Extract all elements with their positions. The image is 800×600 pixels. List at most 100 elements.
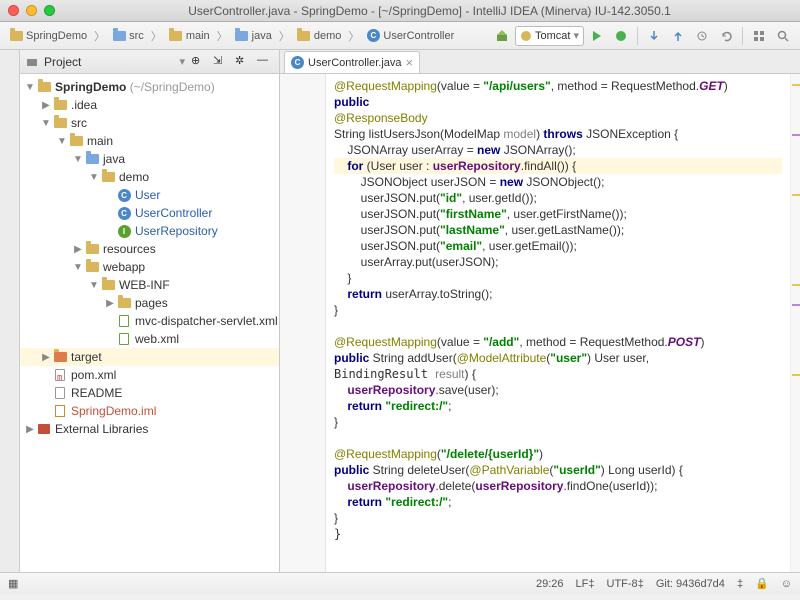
project-panel-title: Project xyxy=(44,55,173,69)
breadcrumb-label: java xyxy=(252,30,272,42)
tree-node-user[interactable]: CUser xyxy=(20,186,279,204)
tree-node-webapp[interactable]: ▼webapp xyxy=(20,258,279,276)
breadcrumb-label: UserController xyxy=(383,30,454,42)
project-tool-window: Project ▾ ⊕ ⇲ ✲ — ▼SpringDemo (~/SpringD… xyxy=(20,50,280,572)
breadcrumb[interactable]: demo xyxy=(294,29,345,43)
vcs-revert-button[interactable] xyxy=(715,26,737,46)
breadcrumb[interactable]: java xyxy=(232,29,275,43)
breadcrumb-label: main xyxy=(186,30,210,42)
tree-label: WEB-INF xyxy=(119,278,170,292)
chevron-right-icon: 〉 xyxy=(277,28,292,44)
lock-icon[interactable]: 🔒 xyxy=(755,577,769,590)
breadcrumb-label: src xyxy=(129,30,144,42)
caret-position[interactable]: 29:26 xyxy=(536,578,564,590)
tree-node-pages[interactable]: ▶pages xyxy=(20,294,279,312)
search-everywhere-button[interactable] xyxy=(772,26,794,46)
breadcrumb-label: demo xyxy=(314,30,342,42)
code-content[interactable]: @RequestMapping(value = "/api/users", me… xyxy=(326,74,790,572)
breadcrumb[interactable]: src xyxy=(109,29,147,43)
tree-node-userrepository[interactable]: IUserRepository xyxy=(20,222,279,240)
vcs-update-button[interactable] xyxy=(643,26,665,46)
tree-node-webxml[interactable]: web.xml xyxy=(20,330,279,348)
project-panel-header: Project ▾ ⊕ ⇲ ✲ — xyxy=(20,50,279,74)
breadcrumb[interactable]: SpringDemo xyxy=(6,29,90,43)
file-encoding[interactable]: UTF-8‡ xyxy=(607,578,644,590)
tree-label: target xyxy=(71,350,102,364)
editor-tab[interactable]: C UserController.java × xyxy=(284,51,420,73)
tree-label: User xyxy=(135,188,160,202)
chevron-right-icon: 〉 xyxy=(346,28,361,44)
run-configuration-selector[interactable]: Tomcat▾ xyxy=(515,26,584,46)
tree-node-extlib[interactable]: ▶External Libraries xyxy=(20,420,279,438)
vcs-history-button[interactable] xyxy=(691,26,713,46)
tree-label: pom.xml xyxy=(71,368,116,382)
editor-tab-label: UserController.java xyxy=(308,57,402,69)
tree-node-webinf[interactable]: ▼WEB-INF xyxy=(20,276,279,294)
left-tool-stripe xyxy=(0,50,20,572)
tree-label: demo xyxy=(119,170,149,184)
tree-label: main xyxy=(87,134,113,148)
navigation-toolbar: SpringDemo 〉 src 〉 main 〉 java 〉 demo 〉 CUser… xyxy=(0,22,800,50)
chevron-right-icon: 〉 xyxy=(92,28,107,44)
build-button[interactable] xyxy=(491,26,513,46)
tree-node-mvc[interactable]: mvc-dispatcher-servlet.xml xyxy=(20,312,279,330)
project-icon xyxy=(26,56,38,68)
tree-label: mvc-dispatcher-servlet.xml xyxy=(135,314,278,328)
tree-label: README xyxy=(71,386,122,400)
tool-window-toggle-icon[interactable]: ▦ xyxy=(8,577,18,590)
collapse-all-icon[interactable]: ⇲ xyxy=(213,54,229,70)
tree-node-usercontroller[interactable]: CUserController xyxy=(20,204,279,222)
tree-node-target[interactable]: ▶target xyxy=(20,348,279,366)
project-structure-button[interactable] xyxy=(748,26,770,46)
tree-label: External Libraries xyxy=(55,422,148,436)
tree-root[interactable]: ▼SpringDemo (~/SpringDemo) xyxy=(20,78,279,96)
tree-label: web.xml xyxy=(135,332,179,346)
minimize-window-button[interactable] xyxy=(26,5,37,16)
tree-label: .idea xyxy=(71,98,97,112)
editor-tabs: C UserController.java × xyxy=(280,50,800,74)
tree-node-main[interactable]: ▼main xyxy=(20,132,279,150)
tree-label: UserController xyxy=(135,206,212,220)
scroll-from-source-icon[interactable]: ⊕ xyxy=(191,54,207,70)
code-editor[interactable]: @RequestMapping(value = "/api/users", me… xyxy=(280,74,800,572)
breadcrumb[interactable]: main xyxy=(166,29,213,43)
tree-node-src[interactable]: ▼src xyxy=(20,114,279,132)
tree-node-demo[interactable]: ▼demo xyxy=(20,168,279,186)
tree-node-idea[interactable]: ▶.idea xyxy=(20,96,279,114)
tree-node-pom[interactable]: pom.xml xyxy=(20,366,279,384)
tree-node-resources[interactable]: ▶resources xyxy=(20,240,279,258)
class-icon: C xyxy=(291,56,304,69)
status-bar: ▦ 29:26 LF‡ UTF-8‡ Git: 9436d7d4‡ 🔒 ☺ xyxy=(0,572,800,594)
tree-node-readme[interactable]: README xyxy=(20,384,279,402)
vcs-commit-button[interactable] xyxy=(667,26,689,46)
debug-button[interactable] xyxy=(610,26,632,46)
chevron-right-icon: 〉 xyxy=(149,28,164,44)
zoom-window-button[interactable] xyxy=(44,5,55,16)
settings-icon[interactable]: ✲ xyxy=(235,54,251,70)
tree-label: SpringDemo.iml xyxy=(71,404,156,418)
editor-gutter[interactable] xyxy=(280,74,326,572)
git-branch[interactable]: Git: 9436d7d4 xyxy=(656,578,725,590)
tree-node-iml[interactable]: SpringDemo.iml xyxy=(20,402,279,420)
window-title: UserController.java - SpringDemo - [~/Sp… xyxy=(67,4,792,18)
error-stripe[interactable] xyxy=(790,74,800,572)
tree-label: resources xyxy=(103,242,156,256)
breadcrumb-label: SpringDemo xyxy=(26,30,87,42)
breadcrumb[interactable]: CUserController xyxy=(363,29,457,43)
close-tab-icon[interactable]: × xyxy=(406,55,414,70)
window-controls xyxy=(8,5,55,16)
tree-label: SpringDemo xyxy=(55,80,126,94)
separator xyxy=(742,27,743,45)
tree-node-java[interactable]: ▼java xyxy=(20,150,279,168)
hector-icon[interactable]: ☺ xyxy=(781,578,792,590)
tree-label: webapp xyxy=(103,260,145,274)
chevron-right-icon: 〉 xyxy=(215,28,230,44)
close-window-button[interactable] xyxy=(8,5,19,16)
main-area: Project ▾ ⊕ ⇲ ✲ — ▼SpringDemo (~/SpringD… xyxy=(0,50,800,572)
hide-icon[interactable]: — xyxy=(257,54,273,70)
project-tree[interactable]: ▼SpringDemo (~/SpringDemo) ▶.idea ▼src ▼… xyxy=(20,74,279,572)
run-button[interactable] xyxy=(586,26,608,46)
line-separator[interactable]: LF‡ xyxy=(576,578,595,590)
editor-area: C UserController.java × @RequestMapping(… xyxy=(280,50,800,572)
tree-label: UserRepository xyxy=(135,224,218,238)
